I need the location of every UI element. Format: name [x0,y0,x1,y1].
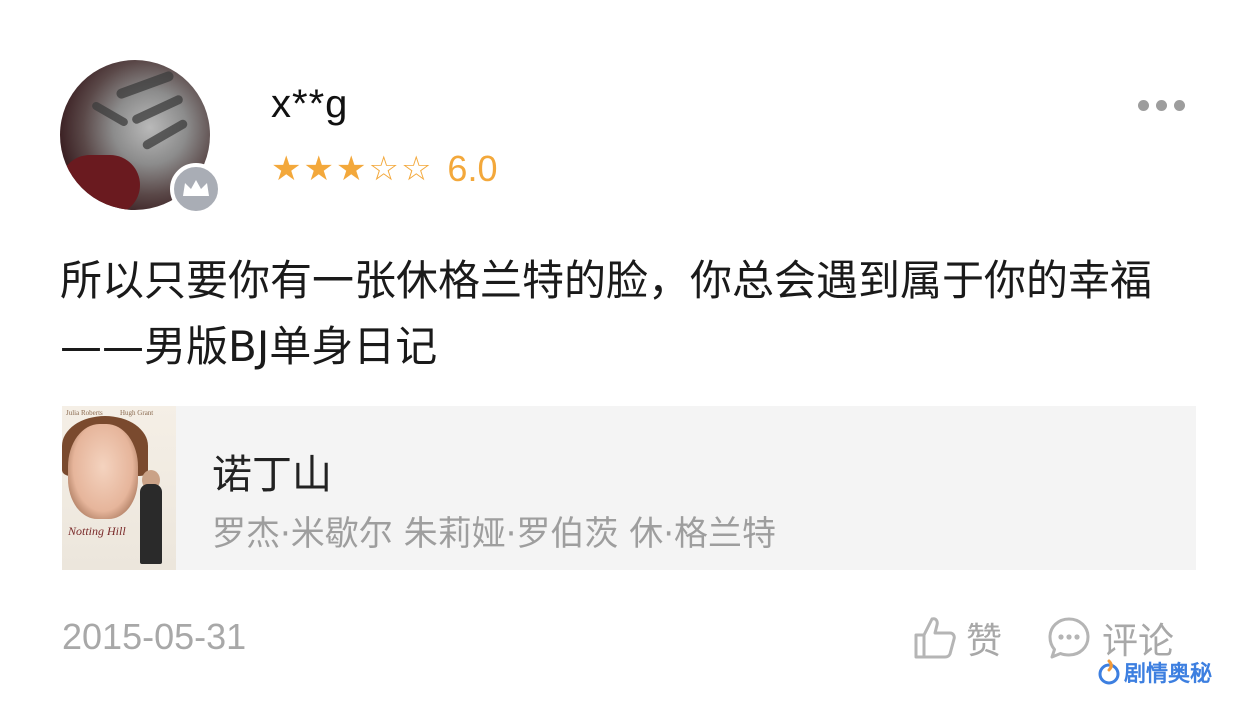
star-filled-icon: ★ [303,149,334,189]
avatar-stripe [130,93,185,126]
avatar-stripe [115,70,175,100]
thumbs-up-icon [914,617,956,659]
like-label: 赞 [966,621,1003,662]
poster-title: Notting Hill [68,524,126,538]
avatar-bg-fabric [60,155,140,210]
comment-bubble-icon [1048,617,1090,659]
avatar-stripe [141,118,189,151]
movie-title: 诺丁山 [212,452,332,498]
rating-score: 6.0 [447,148,498,189]
dot-icon [1174,100,1185,111]
avatar-stripe [90,100,130,128]
movie-poster: Julia Roberts Hugh Grant Notting Hill [62,406,176,570]
more-options-button[interactable] [1138,100,1185,111]
watermark-text: 剧情奥秘 [1124,662,1213,687]
watermark: 剧情奥秘 [1098,656,1212,688]
movie-cast: 罗杰·米歇尔 朱莉娅·罗伯茨 休·格兰特 [212,514,777,554]
like-button[interactable]: 赞 [912,612,1002,664]
movie-card[interactable]: Julia Roberts Hugh Grant Notting Hill 诺丁… [62,406,1196,570]
poster-actor-left: Julia Roberts [66,409,103,417]
review-text: 所以只要你有一张休格兰特的脸，你总会遇到属于你的幸福——男版BJ单身日记 [60,256,1153,371]
rating: ★ ★ ★ ☆ ☆ 6.0 [271,148,497,190]
review-date: 2015-05-31 [62,616,247,657]
star-filled-icon: ★ [271,149,302,189]
crown-icon [183,180,209,196]
poster-face [68,424,138,519]
poster-actor-right: Hugh Grant [120,409,154,417]
poster-man [140,484,162,564]
username[interactable]: x**g [271,82,348,127]
crown-badge [170,163,222,215]
star-empty-icon: ☆ [400,149,432,189]
star-filled-icon: ★ [335,149,367,189]
watermark-logo-icon [1098,659,1120,685]
dot-icon [1156,100,1167,111]
dot-icon [1138,100,1149,111]
star-empty-icon: ☆ [368,149,399,189]
